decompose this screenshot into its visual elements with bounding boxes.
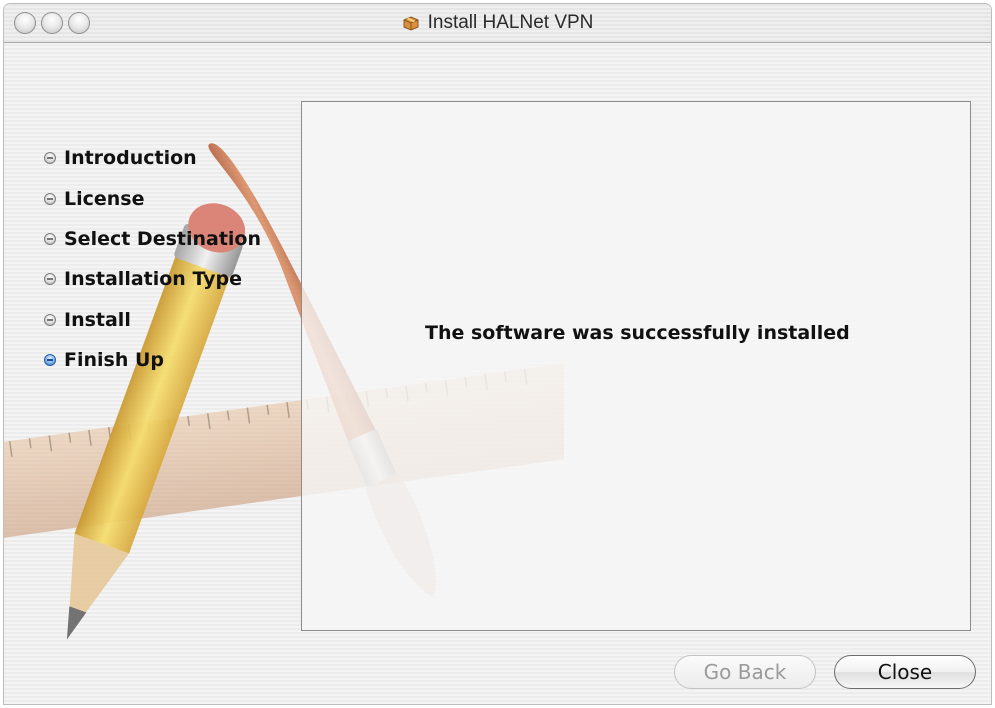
step-bullet-icon [44, 152, 56, 165]
close-button[interactable]: Close [834, 655, 976, 689]
go-back-button[interactable]: Go Back [674, 655, 816, 689]
step-label: Select Destination [64, 227, 262, 250]
step-finish-up: Finish Up [44, 340, 261, 380]
step-bullet-icon [44, 273, 56, 286]
step-label: Installation Type [64, 268, 243, 291]
installer-steps: Introduction License Select Destination … [44, 138, 261, 380]
step-installation-type: Installation Type [44, 259, 261, 299]
step-label: Introduction [64, 147, 197, 170]
step-bullet-icon [44, 192, 56, 205]
step-bullet-icon [44, 313, 56, 326]
window-title: Install HALNet VPN [427, 12, 594, 33]
step-label: Install [64, 308, 131, 331]
step-bullet-active-icon [44, 354, 56, 367]
step-label: License [64, 187, 145, 210]
installer-window: Install HALNet VPN Introduction License … [4, 4, 991, 704]
step-license: License [44, 178, 261, 218]
step-install: Install [44, 300, 261, 340]
step-select-destination: Select Destination [44, 219, 261, 259]
title-bar[interactable]: Install HALNet VPN [4, 4, 991, 43]
step-introduction: Introduction [44, 138, 261, 178]
package-icon [403, 16, 419, 31]
step-bullet-icon [44, 232, 56, 245]
completion-message: The software was successfully installed [425, 322, 850, 344]
content-panel: The software was successfully installed [301, 101, 971, 631]
step-label: Finish Up [64, 349, 165, 372]
window-title-group: Install HALNet VPN [4, 4, 991, 42]
